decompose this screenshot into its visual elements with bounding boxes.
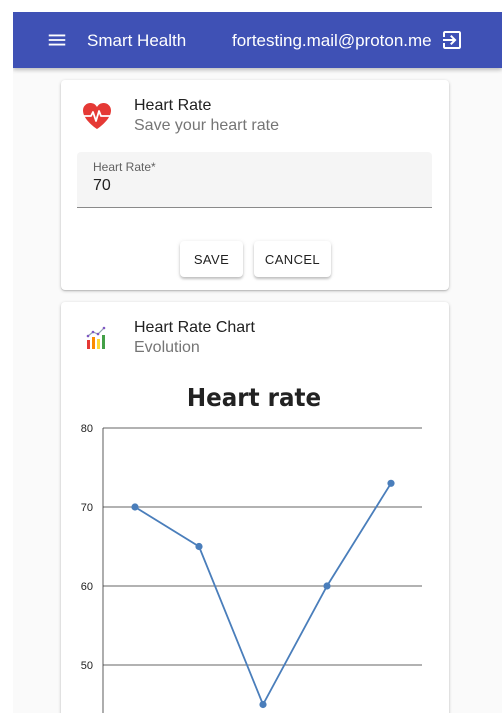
chart-axis: 50 60 70 80 xyxy=(81,423,104,713)
top-app-bar: Smart Health fortesting.mail@proton.me xyxy=(13,12,502,68)
logout-icon[interactable] xyxy=(440,28,464,52)
heart-rate-chart-card: Heart Rate Chart Evolution Heart rate 50… xyxy=(61,302,449,713)
chart-card-subtitle: Evolution xyxy=(134,339,200,356)
heart-rate-line-chart: Heart rate 50 60 70 80 xyxy=(81,383,422,713)
y-tick-label: 80 xyxy=(81,423,93,435)
y-tick-label: 50 xyxy=(81,660,93,672)
menu-icon[interactable] xyxy=(46,29,68,51)
heart-rate-series-line xyxy=(134,482,392,707)
chart-title: Heart rate xyxy=(187,383,321,412)
data-point xyxy=(323,582,331,590)
user-email: fortesting.mail@proton.me xyxy=(232,31,432,50)
data-point xyxy=(259,700,267,709)
heart-pulse-icon xyxy=(83,103,111,129)
cancel-button[interactable]: CANCEL xyxy=(254,241,331,277)
data-point xyxy=(131,503,139,511)
chart-series xyxy=(131,479,395,709)
data-point xyxy=(387,479,395,487)
card-subtitle: Save your heart rate xyxy=(134,117,279,134)
heart-rate-card: Heart Rate Save your heart rate Heart Ra… xyxy=(61,80,449,290)
app-frame: Smart Health fortesting.mail@proton.me H… xyxy=(13,12,502,713)
chart-grid xyxy=(103,427,422,666)
card-title: Heart Rate xyxy=(134,97,212,114)
y-tick-label: 60 xyxy=(81,581,93,593)
app-title: Smart Health xyxy=(87,31,187,50)
save-button[interactable]: SAVE xyxy=(180,241,243,277)
bar-chart-icon xyxy=(86,326,106,349)
y-tick-label: 70 xyxy=(81,502,93,514)
heart-rate-field-label: Heart Rate* xyxy=(93,160,156,174)
chart-card-title: Heart Rate Chart xyxy=(134,319,255,336)
heart-rate-field[interactable]: Heart Rate* xyxy=(77,152,432,208)
heart-rate-input[interactable] xyxy=(93,177,413,195)
data-point xyxy=(195,542,203,551)
